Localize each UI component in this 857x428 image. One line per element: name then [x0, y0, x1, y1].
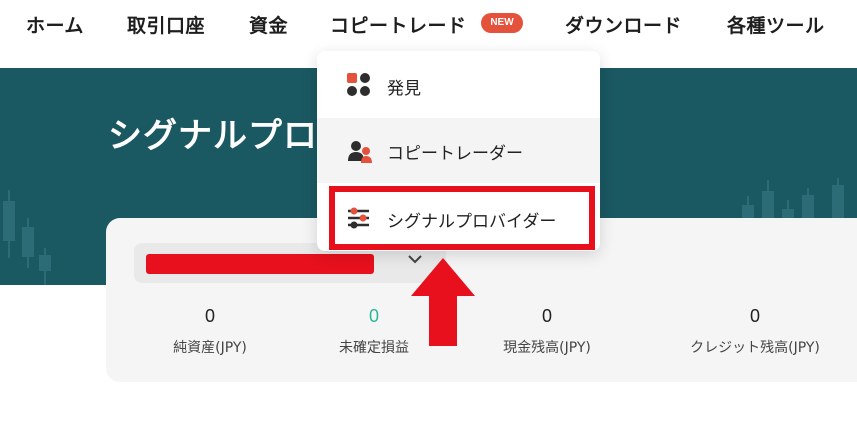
menu-item-label: コピートレーダー — [387, 144, 523, 164]
new-badge: NEW — [481, 13, 523, 33]
nav-copy-trade[interactable]: コピートレード — [330, 11, 467, 38]
stat-label: 現金残高(JPY) — [503, 340, 591, 356]
stat-net-assets: 0 純資産(JPY) — [130, 306, 290, 357]
up-arrow-annotation — [411, 258, 475, 346]
nav-tools[interactable]: 各種ツール — [727, 11, 825, 38]
stat-cash-balance: 0 現金残高(JPY) — [467, 306, 627, 357]
top-navigation: ホーム 取引口座 資金 コピートレード NEW ダウンロード 各種ツール — [0, 0, 857, 48]
stat-value: 0 — [541, 306, 552, 326]
nav-funds[interactable]: 資金 — [249, 11, 288, 38]
highlight-box — [329, 186, 595, 250]
menu-item-discover[interactable]: 発見 — [317, 53, 600, 118]
page-title: シグナルプロ — [108, 116, 318, 156]
menu-item-label: 発見 — [387, 79, 421, 99]
nav-download[interactable]: ダウンロード — [565, 11, 682, 38]
stat-label: クレジット残高(JPY) — [690, 340, 820, 356]
stat-credit-balance: 0 クレジット残高(JPY) — [675, 306, 835, 357]
redacted-account-id — [146, 254, 374, 274]
discover-grid-icon — [347, 73, 370, 96]
stat-value: 0 — [749, 306, 760, 326]
nav-home[interactable]: ホーム — [26, 11, 84, 38]
stat-label: 純資産(JPY) — [173, 340, 247, 356]
menu-item-copy-trader[interactable]: コピートレーダー — [317, 118, 600, 183]
nav-trading-account[interactable]: 取引口座 — [127, 11, 205, 38]
stat-value: 0 — [204, 306, 215, 326]
copy-trader-users-icon — [348, 141, 372, 163]
